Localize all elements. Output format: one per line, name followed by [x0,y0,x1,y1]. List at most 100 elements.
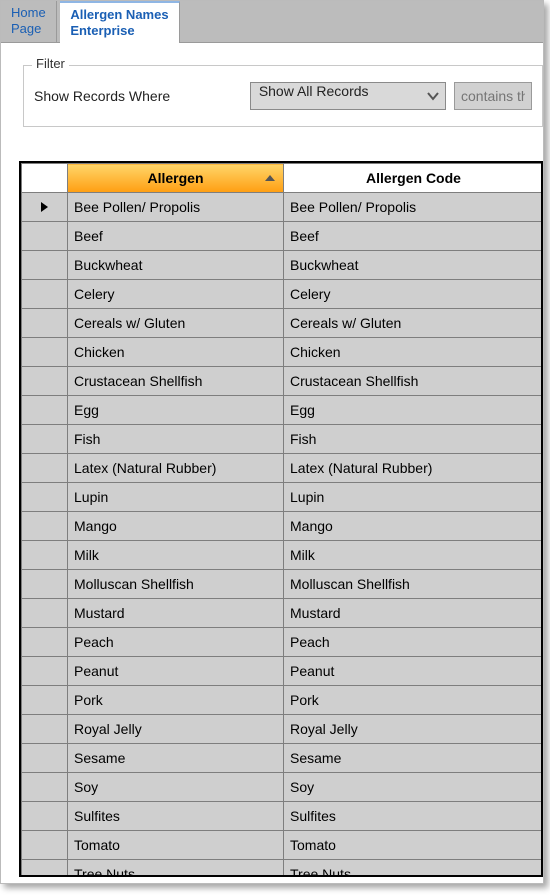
table-row[interactable]: Bee Pollen/ PropolisBee Pollen/ Propolis [22,193,544,222]
cell-allergen-code[interactable]: Peach [284,628,544,657]
cell-allergen-code[interactable]: Crustacean Shellfish [284,367,544,396]
cell-allergen-code[interactable]: Bee Pollen/ Propolis [284,193,544,222]
table-row[interactable]: MustardMustard [22,599,544,628]
cell-allergen-code[interactable]: Chicken [284,338,544,367]
cell-allergen-code[interactable]: Celery [284,280,544,309]
table-row[interactable]: Molluscan ShellfishMolluscan Shellfish [22,570,544,599]
cell-allergen[interactable]: Bee Pollen/ Propolis [68,193,284,222]
cell-allergen[interactable]: Peach [68,628,284,657]
cell-allergen-code[interactable]: Tree Nuts [284,860,544,878]
table-row[interactable]: CeleryCelery [22,280,544,309]
grid-corner-cell[interactable] [22,164,68,193]
cell-allergen[interactable]: Sulfites [68,802,284,831]
cell-allergen[interactable]: Lupin [68,483,284,512]
row-header-cell[interactable] [22,367,68,396]
cell-allergen-code[interactable]: Fish [284,425,544,454]
cell-allergen-code[interactable]: Cereals w/ Gluten [284,309,544,338]
cell-allergen[interactable]: Tree Nuts [68,860,284,878]
row-header-cell[interactable] [22,686,68,715]
row-header-cell[interactable] [22,222,68,251]
data-grid[interactable]: Allergen Allergen Code Bee Pollen/ Propo… [19,161,543,877]
cell-allergen-code[interactable]: Buckwheat [284,251,544,280]
row-header-cell[interactable] [22,860,68,878]
cell-allergen[interactable]: Beef [68,222,284,251]
table-row[interactable]: SulfitesSulfites [22,802,544,831]
cell-allergen[interactable]: Mango [68,512,284,541]
cell-allergen[interactable]: Sesame [68,744,284,773]
cell-allergen[interactable]: Egg [68,396,284,425]
row-header-cell[interactable] [22,396,68,425]
cell-allergen-code[interactable]: Pork [284,686,544,715]
cell-allergen-code[interactable]: Beef [284,222,544,251]
cell-allergen[interactable]: Cereals w/ Gluten [68,309,284,338]
row-header-cell[interactable] [22,599,68,628]
table-row[interactable]: SesameSesame [22,744,544,773]
cell-allergen-code[interactable]: Lupin [284,483,544,512]
column-header-allergen[interactable]: Allergen [68,164,284,193]
table-row[interactable]: Latex (Natural Rubber)Latex (Natural Rub… [22,454,544,483]
table-row[interactable]: Royal JellyRoyal Jelly [22,715,544,744]
column-header-allergen-code[interactable]: Allergen Code [284,164,544,193]
cell-allergen-code[interactable]: Mango [284,512,544,541]
row-header-cell[interactable] [22,280,68,309]
cell-allergen[interactable]: Soy [68,773,284,802]
table-row[interactable]: MilkMilk [22,541,544,570]
row-header-cell[interactable] [22,541,68,570]
table-row[interactable]: PeachPeach [22,628,544,657]
cell-allergen-code[interactable]: Sesame [284,744,544,773]
cell-allergen[interactable]: Peanut [68,657,284,686]
row-header-cell[interactable] [22,715,68,744]
filter-text-input[interactable] [454,82,532,110]
cell-allergen[interactable]: Chicken [68,338,284,367]
row-header-cell[interactable] [22,512,68,541]
cell-allergen-code[interactable]: Peanut [284,657,544,686]
cell-allergen-code[interactable]: Egg [284,396,544,425]
cell-allergen-code[interactable]: Tomato [284,831,544,860]
cell-allergen-code[interactable]: Molluscan Shellfish [284,570,544,599]
table-row[interactable]: LupinLupin [22,483,544,512]
table-row[interactable]: BeefBeef [22,222,544,251]
cell-allergen[interactable]: Royal Jelly [68,715,284,744]
table-row[interactable]: SoySoy [22,773,544,802]
cell-allergen-code[interactable]: Latex (Natural Rubber) [284,454,544,483]
table-row[interactable]: FishFish [22,425,544,454]
cell-allergen[interactable]: Fish [68,425,284,454]
row-header-cell[interactable] [22,193,68,222]
table-row[interactable]: BuckwheatBuckwheat [22,251,544,280]
filter-field-select[interactable]: Show All Records [250,82,446,110]
cell-allergen[interactable]: Crustacean Shellfish [68,367,284,396]
table-row[interactable]: MangoMango [22,512,544,541]
cell-allergen-code[interactable]: Sulfites [284,802,544,831]
tab-home-page[interactable]: Home Page [1,1,57,43]
cell-allergen-code[interactable]: Milk [284,541,544,570]
row-header-cell[interactable] [22,338,68,367]
row-header-cell[interactable] [22,831,68,860]
cell-allergen-code[interactable]: Mustard [284,599,544,628]
table-row[interactable]: TomatoTomato [22,831,544,860]
cell-allergen[interactable]: Molluscan Shellfish [68,570,284,599]
table-row[interactable]: PeanutPeanut [22,657,544,686]
table-row[interactable]: PorkPork [22,686,544,715]
cell-allergen[interactable]: Buckwheat [68,251,284,280]
cell-allergen[interactable]: Celery [68,280,284,309]
table-row[interactable]: Cereals w/ GlutenCereals w/ Gluten [22,309,544,338]
table-row[interactable]: ChickenChicken [22,338,544,367]
table-row[interactable]: EggEgg [22,396,544,425]
row-header-cell[interactable] [22,802,68,831]
cell-allergen-code[interactable]: Soy [284,773,544,802]
row-header-cell[interactable] [22,454,68,483]
cell-allergen[interactable]: Milk [68,541,284,570]
row-header-cell[interactable] [22,744,68,773]
tab-allergen-names-enterprise[interactable]: Allergen Names Enterprise [60,1,179,43]
row-header-cell[interactable] [22,628,68,657]
table-row[interactable]: Tree NutsTree Nuts [22,860,544,878]
row-header-cell[interactable] [22,309,68,338]
row-header-cell[interactable] [22,483,68,512]
cell-allergen-code[interactable]: Royal Jelly [284,715,544,744]
table-row[interactable]: Crustacean ShellfishCrustacean Shellfish [22,367,544,396]
cell-allergen[interactable]: Tomato [68,831,284,860]
row-header-cell[interactable] [22,425,68,454]
cell-allergen[interactable]: Latex (Natural Rubber) [68,454,284,483]
cell-allergen[interactable]: Mustard [68,599,284,628]
row-header-cell[interactable] [22,657,68,686]
